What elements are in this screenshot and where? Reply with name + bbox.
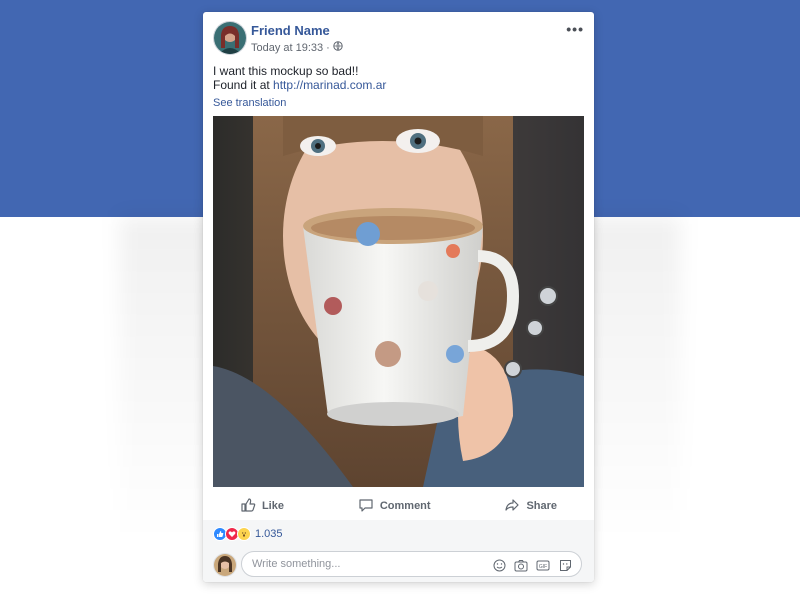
share-label: Share: [526, 500, 558, 512]
sticker-icon[interactable]: [557, 557, 573, 573]
reaction-icons[interactable]: [213, 526, 251, 541]
share-button[interactable]: Share: [504, 497, 557, 516]
post-text-prefix: Found it at: [213, 78, 270, 92]
post-header: Friend Name Today at 19:33 · •••: [213, 21, 584, 57]
comment-bar: Write something... GIF: [203, 547, 594, 582]
post-photo[interactable]: [213, 116, 584, 487]
wow-reaction-icon: [237, 526, 251, 541]
post-actions: Like Comment Share: [203, 492, 594, 521]
comment-placeholder: Write something...: [252, 558, 341, 570]
author-avatar-image: [214, 22, 246, 54]
emoji-icon[interactable]: [491, 557, 507, 573]
gif-icon[interactable]: GIF: [535, 557, 551, 573]
author-name[interactable]: Friend Name: [251, 23, 330, 38]
post-meta: Today at 19:33 ·: [251, 41, 343, 54]
share-arrow-icon: [504, 497, 520, 516]
reaction-count[interactable]: 1.035: [255, 528, 283, 540]
commenter-avatar: [213, 552, 237, 577]
see-translation-link[interactable]: See translation: [213, 97, 286, 109]
thumbs-up-icon: [240, 497, 256, 516]
post-photo-image: [213, 116, 584, 487]
comment-input[interactable]: Write something... GIF: [241, 551, 582, 577]
post-card: Friend Name Today at 19:33 · ••• I want …: [203, 12, 594, 582]
comment-label: Comment: [379, 500, 431, 512]
svg-text:GIF: GIF: [539, 564, 547, 570]
post-text: I want this mockup so bad!! Found it at …: [213, 64, 584, 92]
post-text-line-2: Found it at http://marinad.com.ar: [213, 78, 584, 92]
post-timestamp[interactable]: Today at 19:33: [251, 42, 323, 54]
ellipsis-icon[interactable]: •••: [566, 21, 584, 37]
post-text-line-1: I want this mockup so bad!!: [213, 64, 359, 78]
globe-icon[interactable]: [333, 41, 343, 54]
meta-separator: ·: [326, 41, 330, 54]
post-link[interactable]: http://marinad.com.ar: [273, 78, 386, 92]
like-label: Like: [261, 500, 284, 512]
reactions-bar: 1.035: [203, 520, 594, 547]
like-button[interactable]: Like: [240, 497, 284, 516]
comment-input-icons: GIF: [491, 557, 573, 573]
comment-button[interactable]: Comment: [358, 497, 431, 516]
author-avatar[interactable]: [213, 21, 247, 55]
comment-bubble-icon: [358, 497, 374, 516]
camera-icon[interactable]: [513, 557, 529, 573]
